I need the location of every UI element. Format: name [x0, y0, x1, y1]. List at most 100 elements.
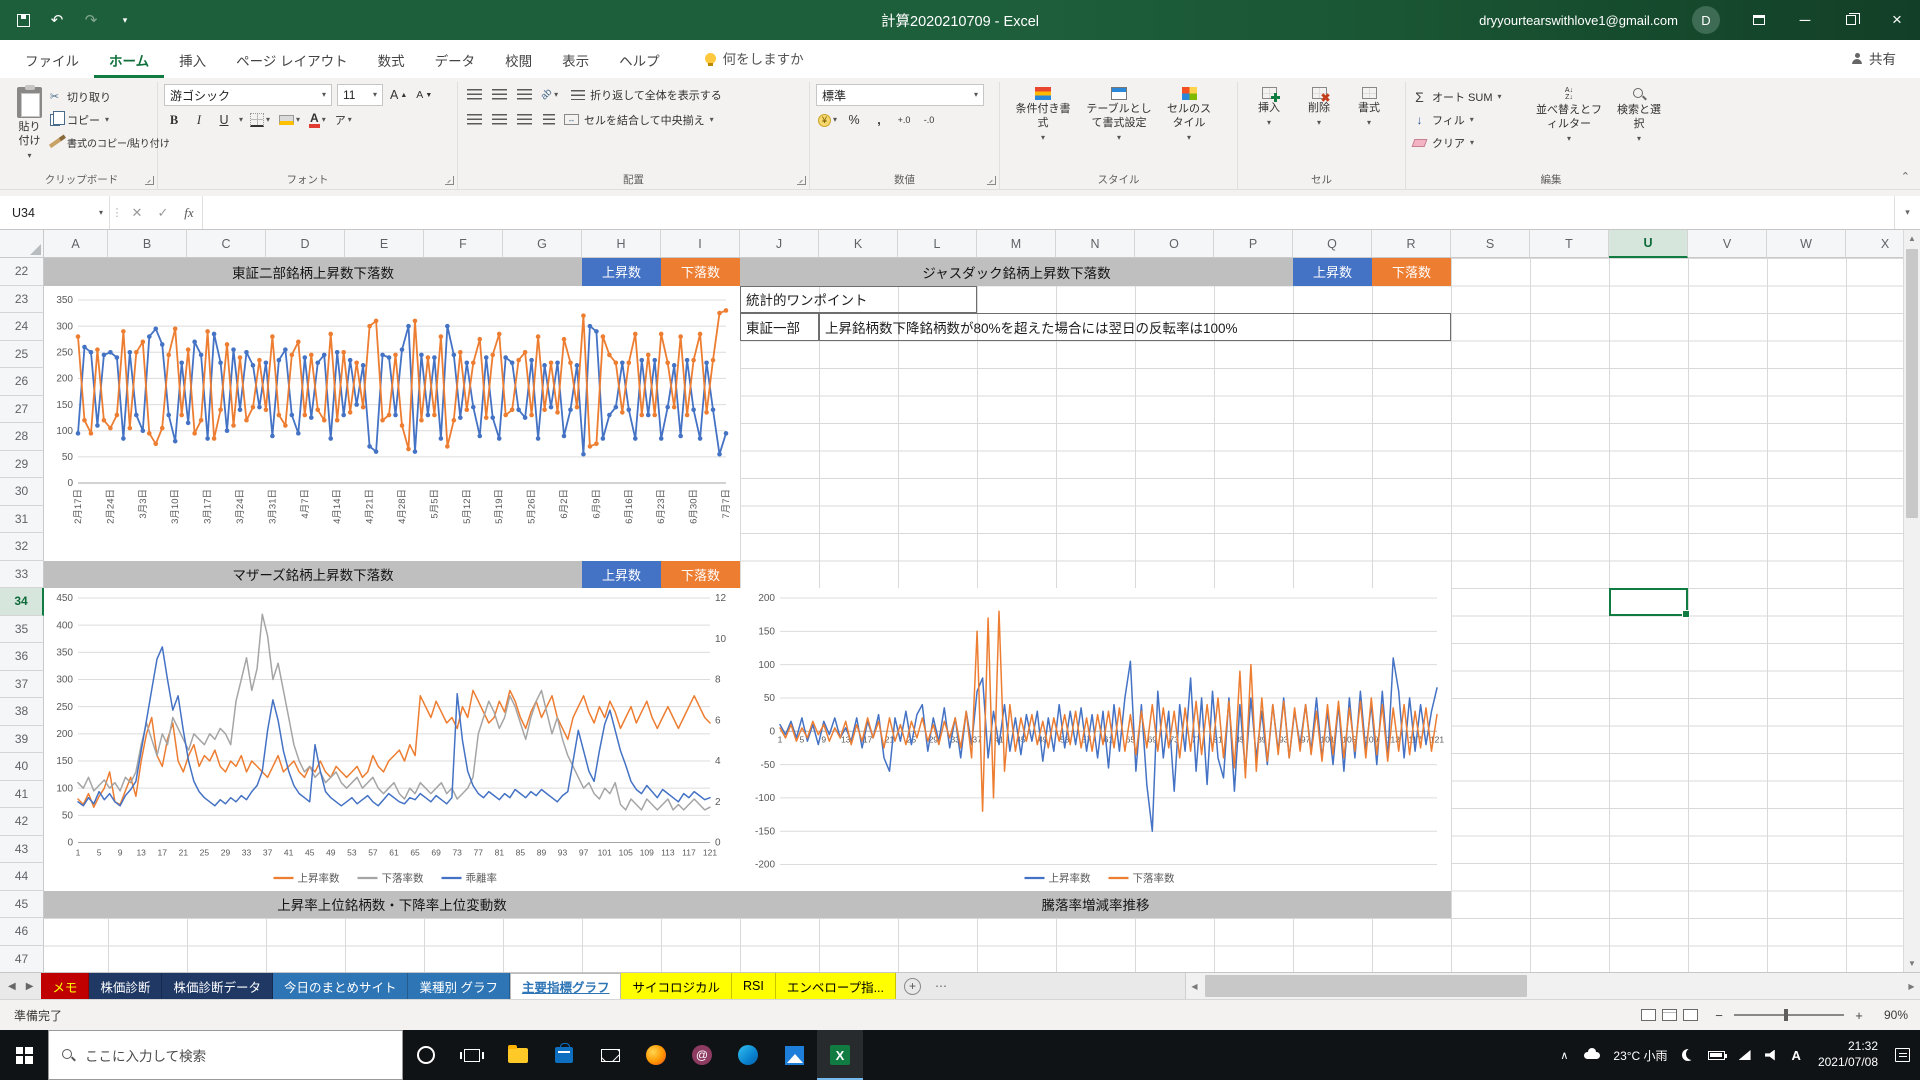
cell-band-jasdaq[interactable]: ジャスダック銘柄上昇数下落数: [740, 258, 1293, 286]
vertical-scrollbar[interactable]: ▲ ▼: [1903, 230, 1920, 972]
zoom-level[interactable]: 90%: [1874, 1008, 1908, 1022]
cell-band-tosho2[interactable]: 東証二部銘柄上昇数下落数: [44, 258, 582, 286]
column-header-Q[interactable]: Q: [1293, 230, 1372, 258]
name-box-splitter[interactable]: ⋮: [110, 196, 124, 229]
italic-button[interactable]: I: [189, 110, 209, 130]
align-left-icon[interactable]: [464, 110, 484, 130]
taskbar-app-mail[interactable]: [587, 1030, 633, 1080]
cell-chip-up-3[interactable]: 上昇数: [582, 561, 661, 589]
horizontal-scroll-thumb[interactable]: [1205, 975, 1527, 997]
cell-chip-down-1[interactable]: 下落数: [661, 258, 740, 286]
ribbon-tab-表示[interactable]: 表示: [547, 41, 604, 78]
font-family-select[interactable]: 游ゴシック▾: [164, 84, 332, 106]
minimize-button[interactable]: ─: [1782, 0, 1828, 40]
ime-indicator[interactable]: A: [1792, 1048, 1801, 1063]
scroll-down-icon[interactable]: ▼: [1904, 955, 1920, 972]
vertical-scroll-thumb[interactable]: [1906, 249, 1918, 518]
ribbon-tab-校閲[interactable]: 校閲: [490, 41, 547, 78]
cell-styles-button[interactable]: セルのスタイル▾: [1158, 84, 1220, 171]
page-layout-view-icon[interactable]: [1662, 1009, 1677, 1021]
row-header-41[interactable]: 41: [0, 781, 44, 809]
expand-formula-bar-icon[interactable]: ▾: [1894, 196, 1920, 229]
normal-view-icon[interactable]: [1641, 1009, 1656, 1021]
taskbar-app-photos[interactable]: [771, 1030, 817, 1080]
row-header-24[interactable]: 24: [0, 313, 44, 341]
cell-chip-down-3[interactable]: 下落数: [661, 561, 740, 589]
row-header-31[interactable]: 31: [0, 506, 44, 534]
decrease-font-icon[interactable]: A▼: [414, 85, 434, 105]
column-header-K[interactable]: K: [819, 230, 898, 258]
column-header-X[interactable]: X: [1846, 230, 1903, 258]
volume-icon[interactable]: [1765, 1050, 1779, 1061]
cell-note-label[interactable]: 東証一部: [740, 313, 819, 341]
column-header-G[interactable]: G: [503, 230, 582, 258]
row-header-25[interactable]: 25: [0, 341, 44, 369]
copy-button[interactable]: コピー▾: [47, 109, 170, 130]
cancel-formula-icon[interactable]: ✕: [124, 196, 150, 229]
cell-band-toprate[interactable]: 上昇率上位銘柄数・下降率上位変動数: [44, 891, 740, 919]
customize-quick-access-icon[interactable]: ▾: [116, 11, 134, 29]
chevron-up-icon[interactable]: ∧: [1557, 1049, 1571, 1062]
redo-icon[interactable]: ↷: [82, 11, 100, 29]
column-header-F[interactable]: F: [424, 230, 503, 258]
row-header-39[interactable]: 39: [0, 726, 44, 754]
ribbon-tab-データ[interactable]: データ: [420, 41, 491, 78]
column-header-I[interactable]: I: [661, 230, 740, 258]
row-header-23[interactable]: 23: [0, 286, 44, 314]
cell-note-title[interactable]: 統計的ワンポイント: [740, 286, 977, 314]
ribbon-tab-数式[interactable]: 数式: [363, 41, 420, 78]
column-header-O[interactable]: O: [1135, 230, 1214, 258]
format-cells-button[interactable]: 書式▾: [1344, 84, 1394, 171]
percent-style-button[interactable]: %: [844, 110, 864, 130]
alignment-dialog-launcher-icon[interactable]: [797, 176, 806, 185]
chart-advance-decline[interactable]: -200-150-100-500501001502001591317212529…: [740, 588, 1451, 891]
taskbar-app-excel[interactable]: X: [817, 1030, 863, 1080]
page-break-view-icon[interactable]: [1683, 1009, 1698, 1021]
tell-me-search[interactable]: 何をしますか: [705, 48, 804, 78]
taskbar-app-edge[interactable]: [725, 1030, 771, 1080]
cell-chip-up-2[interactable]: 上昇数: [1293, 258, 1372, 286]
scroll-right-icon[interactable]: ▶: [1903, 982, 1920, 991]
number-format-select[interactable]: 標準▾: [816, 84, 984, 106]
row-header-42[interactable]: 42: [0, 808, 44, 836]
column-header-U[interactable]: U: [1609, 230, 1688, 258]
phonetic-button[interactable]: ア▾: [333, 110, 354, 130]
close-button[interactable]: ×: [1874, 0, 1920, 40]
paste-button[interactable]: 貼り付け▾: [12, 84, 47, 171]
column-header-S[interactable]: S: [1451, 230, 1530, 258]
formula-input[interactable]: [202, 196, 1894, 229]
column-header-R[interactable]: R: [1372, 230, 1451, 258]
cell-band-mothers[interactable]: マザーズ銘柄上昇数下落数: [44, 561, 582, 589]
increase-decimal-icon[interactable]: +.0: [894, 110, 914, 130]
underline-button[interactable]: U: [214, 110, 234, 130]
battery-icon[interactable]: [1708, 1051, 1725, 1060]
column-header-M[interactable]: M: [977, 230, 1056, 258]
sheet-tab-more-icon[interactable]: ⋯: [929, 973, 953, 999]
sheet-tab-サイコロジカル[interactable]: サイコロジカル: [621, 973, 732, 999]
row-header-38[interactable]: 38: [0, 698, 44, 726]
cell-note-text[interactable]: 上昇銘柄数下降銘柄数が80%を超えた場合には翌日の反転率は100%: [819, 313, 1451, 341]
sheet-tab-業種別グラフ[interactable]: 業種別 グラフ: [408, 973, 509, 999]
format-painter-button[interactable]: 書式のコピー/貼り付け: [47, 132, 170, 153]
ribbon-tab-ページ レイアウト[interactable]: ページ レイアウト: [221, 41, 362, 78]
zoom-slider-thumb[interactable]: [1784, 1009, 1788, 1021]
currency-format-button[interactable]: ¥▾: [816, 110, 839, 130]
taskbar-app-task-view[interactable]: [449, 1030, 495, 1080]
clear-button[interactable]: クリア▾: [1412, 132, 1530, 153]
ribbon-tab-ファイル[interactable]: ファイル: [10, 41, 94, 78]
ribbon-display-options-icon[interactable]: [1736, 0, 1782, 40]
sheet-tab-RSI[interactable]: RSI: [732, 973, 776, 999]
horizontal-scrollbar[interactable]: ◀ ▶: [1185, 973, 1920, 999]
row-header-30[interactable]: 30: [0, 478, 44, 506]
row-header-37[interactable]: 37: [0, 671, 44, 699]
collapse-ribbon-icon[interactable]: ⌃: [1901, 170, 1910, 183]
autosum-button[interactable]: Σオート SUM▾: [1412, 86, 1530, 107]
bold-button[interactable]: B: [164, 110, 184, 130]
ribbon-tab-ヘルプ[interactable]: ヘルプ: [604, 41, 675, 78]
clock[interactable]: 21:32 2021/07/08: [1814, 1039, 1882, 1070]
sheet-tab-今日のまとめサイト[interactable]: 今日のまとめサイト: [273, 973, 409, 999]
sheet-nav-left-icon[interactable]: ◀: [8, 981, 16, 992]
conditional-formatting-button[interactable]: 条件付き書式▾: [1006, 84, 1080, 171]
number-dialog-launcher-icon[interactable]: [987, 176, 996, 185]
format-as-table-button[interactable]: テーブルとして書式設定▾: [1080, 84, 1158, 171]
